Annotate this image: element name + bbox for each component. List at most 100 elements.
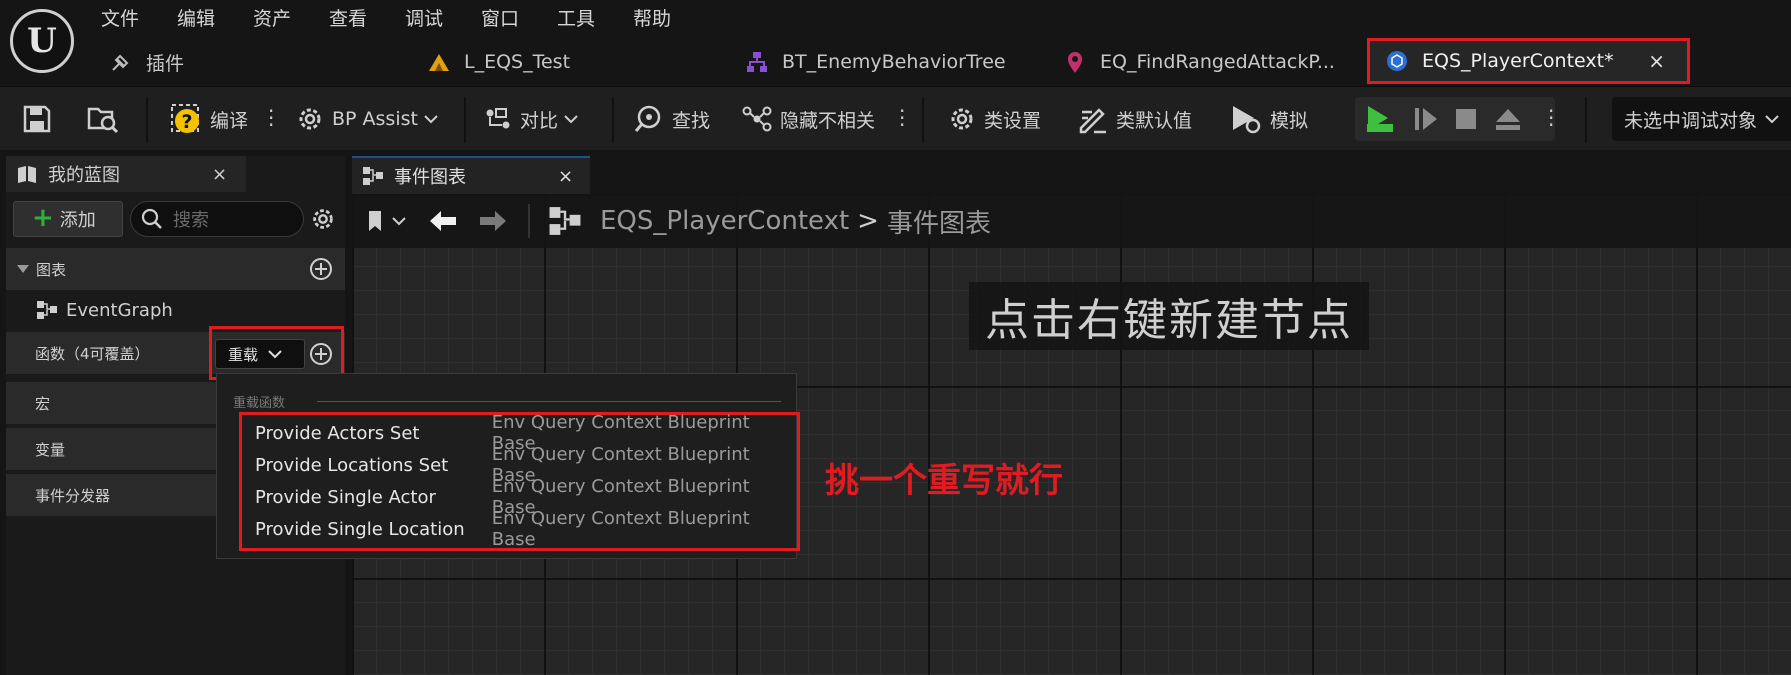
gear-icon [951, 108, 973, 130]
menu-view[interactable]: 查看 [329, 4, 367, 31]
breadcrumb-root[interactable]: EQS_PlayerContext [600, 206, 849, 236]
event-graph-icon [549, 207, 581, 235]
variables-label: 变量 [35, 440, 66, 459]
toolbar: ? 编译 · · · BP Assist 对比 查找 隐藏不相关 · · · 类设置 类… [0, 86, 1791, 150]
tab-label: 插件 [146, 52, 185, 75]
close-icon[interactable]: × [212, 164, 227, 185]
menu-debug[interactable]: 调试 [405, 4, 443, 31]
plus-icon: + [32, 203, 54, 233]
stop-icon [1456, 109, 1476, 129]
event-graph-icon [37, 301, 57, 319]
close-icon[interactable]: × [558, 166, 573, 187]
behavior-tree-icon [744, 49, 770, 75]
override-highlight-box [209, 326, 344, 380]
tab-behavior-tree[interactable]: BT_EnemyBehaviorTree [744, 42, 1006, 82]
functions-label: 函数（4可覆盖） [35, 344, 150, 363]
diff-label: 对比 [520, 109, 559, 132]
hide-unrelated-label: 隐藏不相关 [780, 109, 876, 132]
breadcrumb-leaf: 事件图表 [886, 208, 991, 239]
class-settings-button[interactable]: 类设置 [948, 87, 1041, 151]
menu-file[interactable]: 文件 [101, 4, 139, 31]
env-query-icon [1062, 49, 1088, 75]
forward-arrow-icon[interactable] [478, 209, 508, 233]
find-button[interactable]: 查找 [634, 87, 710, 151]
stop-button[interactable] [1454, 87, 1486, 151]
add-button[interactable]: + 添加 [13, 201, 123, 237]
step-button[interactable] [1412, 87, 1448, 151]
class-defaults-label: 类默认值 [1116, 109, 1193, 132]
gear-icon[interactable] [310, 206, 336, 232]
bp-assist-button[interactable]: BP Assist [296, 87, 446, 151]
graph-navigation-bar: EQS_PlayerContext > 事件图表 [352, 194, 1791, 248]
compile-warning-icon: ? [171, 104, 199, 133]
menu-header: 重载函数 [233, 396, 286, 411]
chevron-down-icon[interactable] [392, 216, 406, 226]
browse-icon [87, 107, 119, 134]
tab-label: EQ_FindRangedAttackP... [1100, 51, 1335, 73]
class-settings-label: 类设置 [984, 109, 1042, 132]
override-function-menu: 重载函数 Provide Actors Set Env Query Contex… [216, 373, 800, 559]
tab-env-query[interactable]: EQ_FindRangedAttackP... [1062, 42, 1335, 82]
play-button[interactable] [1364, 87, 1404, 151]
class-defaults-icon [1079, 108, 1106, 134]
menu-edit[interactable]: 编辑 [177, 4, 215, 31]
tab-level[interactable]: L_EQS_Test [426, 42, 570, 82]
play-options-icon[interactable]: · · · [1548, 101, 1554, 135]
chevron-down-icon [424, 115, 438, 124]
search-input[interactable]: 搜索 [130, 201, 304, 237]
compile-label: 编译 [210, 109, 249, 132]
macros-label: 宏 [35, 394, 51, 413]
bp-assist-label: BP Assist [332, 108, 418, 130]
function-name: Provide Locations Set [255, 454, 449, 476]
simulate-button[interactable]: 模拟 [1230, 87, 1308, 151]
graph-tab-bar: 事件图表 × [352, 156, 1791, 194]
search-placeholder: 搜索 [173, 210, 209, 231]
save-button[interactable] [22, 87, 60, 151]
tab-plugins[interactable]: 插件 [108, 42, 184, 82]
diff-button[interactable]: 对比 [484, 87, 586, 151]
add-label: 添加 [59, 210, 96, 231]
blueprint-icon [1384, 48, 1410, 74]
hide-unrelated-button[interactable]: 隐藏不相关 [742, 87, 875, 151]
search-icon [141, 208, 162, 229]
unreal-logo[interactable]: U [10, 9, 74, 73]
graph-tab-label: 事件图表 [394, 167, 466, 188]
add-graph-icon[interactable] [309, 257, 333, 281]
annotation-note: 挑一个重写就行 [825, 461, 1063, 501]
function-name: Provide Single Actor [255, 486, 436, 508]
bookmark-icon[interactable] [366, 208, 386, 234]
plugin-icon [108, 49, 134, 75]
tab-eqs-player-context[interactable]: EQS_PlayerContext* × [1367, 38, 1690, 84]
debug-target-label: 未选中调试对象 [1624, 109, 1758, 132]
function-class: Env Query Context Blueprint Base [491, 508, 750, 550]
my-blueprint-tab[interactable]: 我的蓝图 × [6, 156, 246, 192]
chevron-down-icon [564, 115, 578, 124]
tab-event-graph[interactable]: 事件图表 × [352, 156, 590, 194]
find-label: 查找 [672, 109, 711, 132]
collapse-arrow-icon [17, 265, 29, 273]
debug-target-dropdown[interactable]: 未选中调试对象 [1612, 97, 1791, 141]
close-icon[interactable]: × [1648, 49, 1665, 73]
tab-label: BT_EnemyBehaviorTree [782, 51, 1006, 73]
tab-label: EQS_PlayerContext* [1422, 50, 1614, 72]
back-arrow-icon[interactable] [428, 209, 458, 233]
compile-options-icon[interactable]: · · · [268, 101, 274, 135]
find-icon [634, 105, 661, 132]
compile-button[interactable]: ? 编译 [170, 87, 248, 151]
graphs-section-header[interactable]: 图表 [6, 248, 345, 290]
graphs-label: 图表 [36, 260, 67, 279]
save-icon [23, 105, 51, 133]
menu-help[interactable]: 帮助 [633, 4, 671, 31]
menu-item-provide-single-location[interactable]: Provide Single Location Env Query Contex… [255, 508, 795, 550]
browse-button[interactable] [86, 87, 128, 151]
more-options-icon[interactable]: · · · [899, 101, 905, 135]
eject-button[interactable] [1494, 87, 1530, 151]
class-defaults-button[interactable]: 类默认值 [1078, 87, 1192, 151]
menu-window[interactable]: 窗口 [481, 4, 519, 31]
diff-icon [486, 108, 510, 129]
menu-asset[interactable]: 资产 [253, 4, 291, 31]
title-bar: U 文件 编辑 资产 查看 调试 窗口 工具 帮助 插件 L_EQS_Test … [0, 0, 1791, 86]
menu-tools[interactable]: 工具 [557, 4, 595, 31]
event-graph-item[interactable]: EventGraph [6, 290, 345, 330]
chevron-down-icon [1765, 115, 1779, 124]
